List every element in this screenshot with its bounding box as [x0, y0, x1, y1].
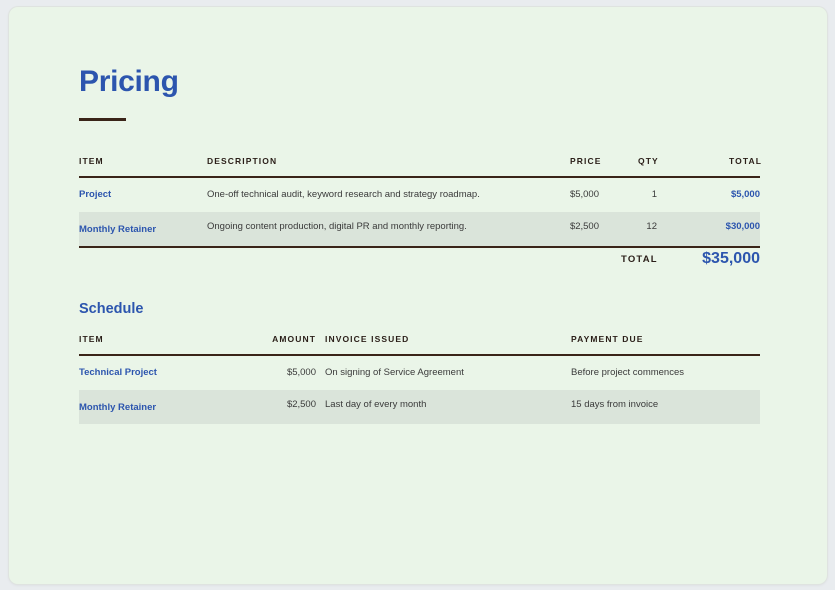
- row-item: Monthly Retainer: [79, 224, 157, 235]
- table-row: Monthly Retainer Ongoing content product…: [79, 212, 760, 246]
- table-bottom-rule: [79, 246, 760, 248]
- col-header-qty: QTY: [638, 156, 659, 166]
- col-header-payment-due: PAYMENT DUE: [571, 334, 644, 344]
- page-title: Pricing: [79, 65, 179, 98]
- col-header-item: ITEM: [79, 334, 104, 344]
- row-qty: 12: [646, 221, 657, 232]
- row-item: Project: [79, 189, 112, 200]
- table-row: Technical Project $5,000 On signing of S…: [79, 356, 760, 390]
- row-description: Ongoing content production, digital PR a…: [207, 221, 467, 232]
- row-amount: $2,500: [286, 399, 316, 410]
- row-payment-due: Before project commences: [571, 367, 684, 378]
- pricing-table: ITEM DESCRIPTION PRICE QTY TOTAL Project…: [79, 151, 763, 248]
- table-row: Project One-off technical audit, keyword…: [79, 178, 760, 212]
- row-description: One-off technical audit, keyword researc…: [207, 189, 480, 200]
- row-item: Monthly Retainer: [79, 402, 157, 413]
- col-header-amount: AMOUNT: [272, 334, 316, 344]
- col-header-description: DESCRIPTION: [207, 156, 278, 166]
- row-total: $30,000: [725, 221, 760, 232]
- col-header-total: TOTAL: [729, 156, 763, 166]
- row-price: $2,500: [569, 221, 599, 232]
- schedule-table: ITEM AMOUNT INVOICE ISSUED PAYMENT DUE T…: [79, 329, 760, 424]
- col-header-item: ITEM: [79, 156, 104, 166]
- grand-total-value: $35,000: [702, 250, 760, 267]
- row-price: $5,000: [569, 189, 599, 200]
- row-total: $5,000: [730, 189, 760, 200]
- col-header-price: PRICE: [570, 156, 602, 166]
- row-invoice-issued: Last day of every month: [325, 399, 427, 410]
- pricing-table-header: ITEM DESCRIPTION PRICE QTY TOTAL: [79, 151, 763, 178]
- schedule-title: Schedule: [79, 301, 144, 317]
- col-header-invoice-issued: INVOICE ISSUED: [325, 334, 410, 344]
- grand-total-label: TOTAL: [621, 254, 658, 265]
- schedule-table-header: ITEM AMOUNT INVOICE ISSUED PAYMENT DUE: [79, 329, 760, 356]
- row-amount: $5,000: [286, 367, 316, 378]
- table-row: Monthly Retainer $2,500 Last day of ever…: [79, 390, 760, 424]
- pricing-card: Pricing ITEM DESCRIPTION PRICE QTY TOTAL…: [9, 7, 827, 584]
- row-invoice-issued: On signing of Service Agreement: [325, 367, 464, 378]
- row-payment-due: 15 days from invoice: [571, 399, 659, 410]
- row-item: Technical Project: [79, 367, 157, 378]
- title-underline: [79, 118, 126, 121]
- row-qty: 1: [651, 189, 657, 200]
